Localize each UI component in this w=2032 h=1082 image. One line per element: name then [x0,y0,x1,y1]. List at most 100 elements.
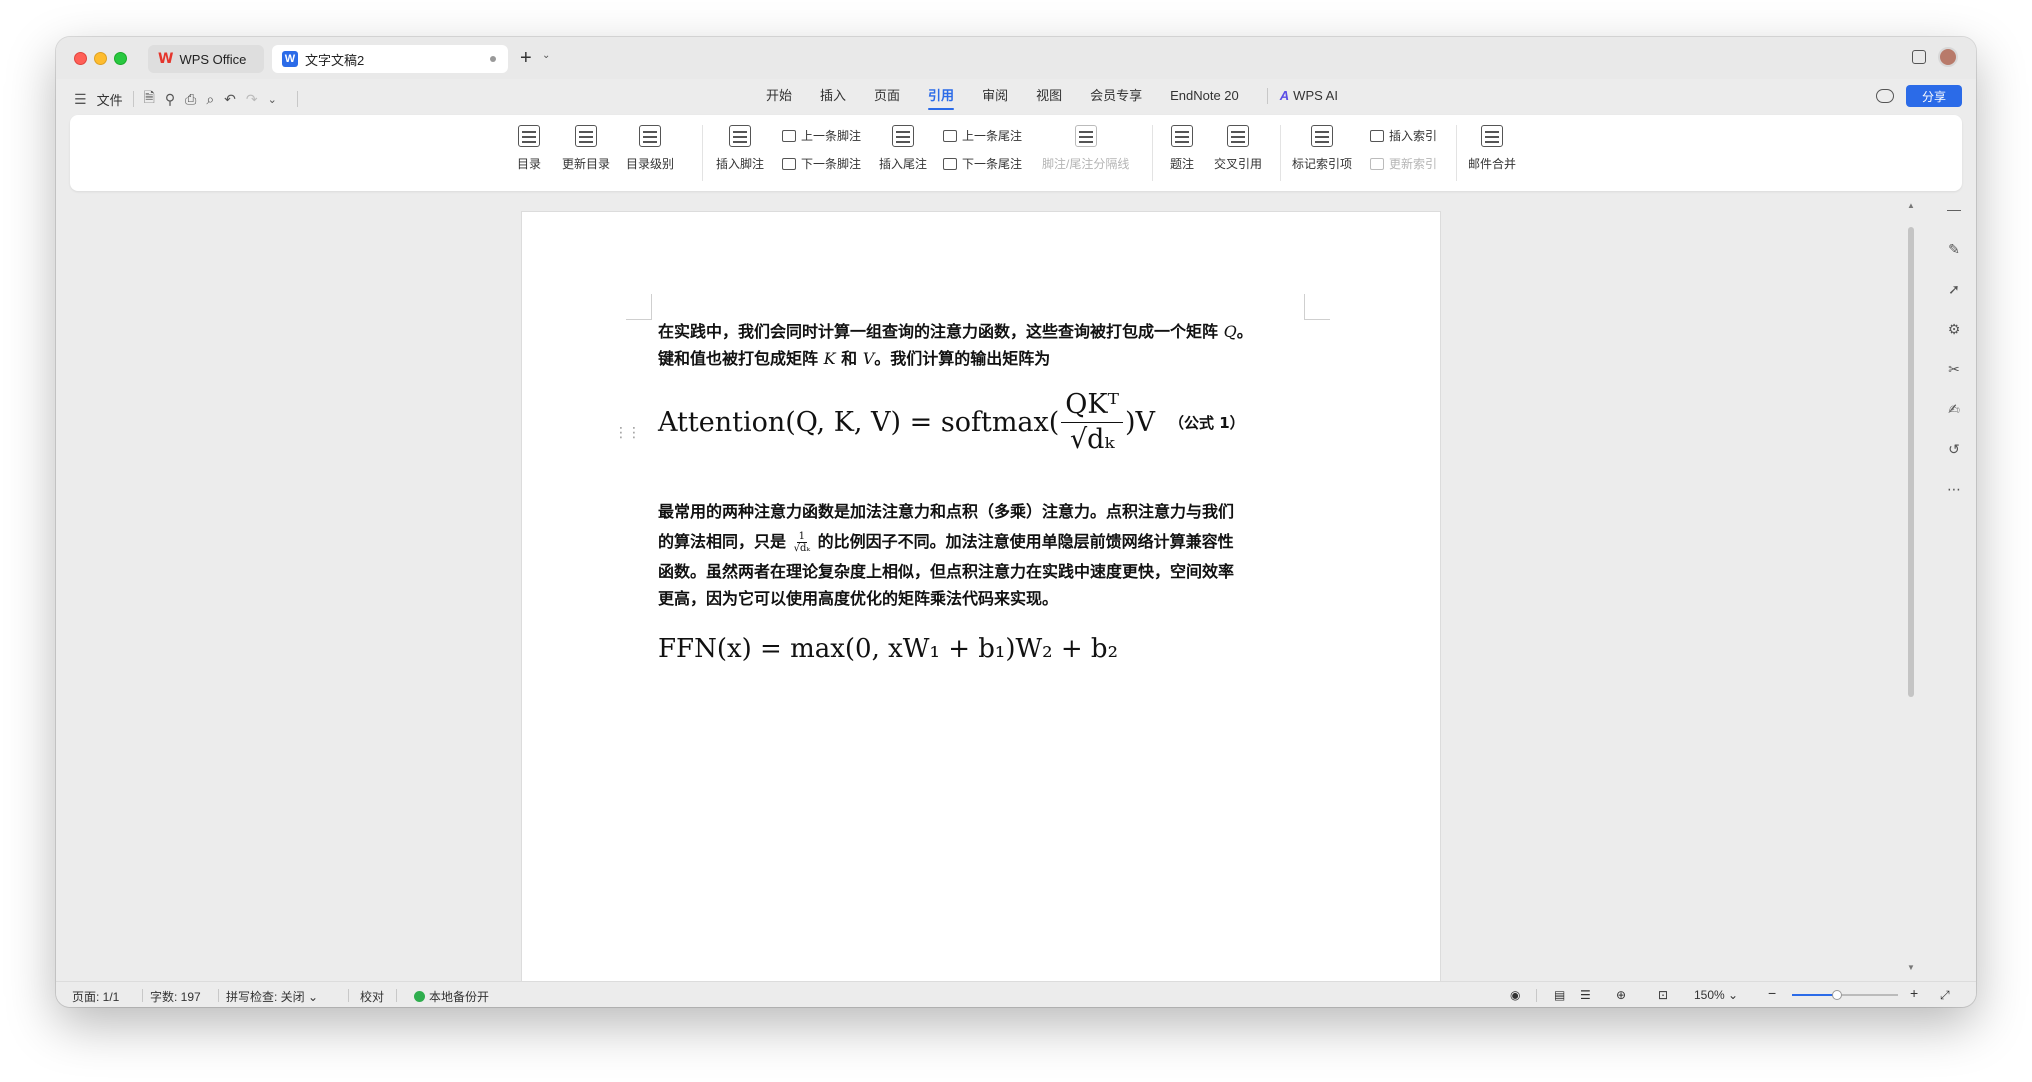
tab-member[interactable]: 会员专享 [1090,79,1142,113]
separator-button[interactable]: 脚注/尾注分隔线 [1042,125,1129,172]
insert-endnote-button[interactable]: 插入尾注 [879,125,927,172]
update-toc-button[interactable]: 更新目录 [562,125,610,172]
new-tab-button[interactable]: + [520,47,532,69]
tab-references[interactable]: 引用 [928,79,955,113]
tab-wps-ai[interactable]: A WPS AI [1280,79,1338,113]
proofread-button[interactable]: 校对 [360,988,384,1005]
tools-icon[interactable]: ✂ [1946,361,1962,377]
tab-view[interactable]: 视图 [1036,79,1062,113]
wps-ai-label: WPS AI [1293,88,1338,103]
print-preview-icon[interactable]: ⌕ [206,91,214,108]
word-count[interactable]: 字数: 197 [150,988,201,1005]
zoom-slider[interactable] [1792,990,1898,1000]
tab-endnote[interactable]: EndNote 20 [1170,79,1239,113]
scroll-up-icon[interactable]: ▲ [1907,201,1915,210]
zoom-out-button[interactable]: − [1768,985,1776,1001]
unsaved-dot-icon[interactable] [490,56,496,62]
more-icon[interactable]: ⋯ [1946,481,1962,497]
fraction-denominator: √dₖ [793,543,811,554]
mark-index-label: 标记索引项 [1292,157,1353,171]
toc-button[interactable]: 目录 [517,125,541,172]
vertical-scrollbar[interactable]: ▲ ▼ [1904,197,1918,977]
window-minimize-button[interactable] [94,52,107,65]
update-toc-label: 更新目录 [562,157,611,171]
window-zoom-button[interactable] [114,52,127,65]
text-run: 和 [841,349,858,368]
text-line: 最常用的两种注意力函数是加法注意力和点积（多乘）注意力。点积注意力与我们 [658,502,1235,521]
mail-merge-label: 邮件合并 [1468,157,1517,171]
prev-endnote-button[interactable]: 上一条尾注 [943,127,1022,144]
toc-level-button[interactable]: 目录级别 [626,125,674,172]
history-icon[interactable]: ↺ [1946,441,1962,457]
tab-label: 文字文稿2 [305,52,365,68]
prev-footnote-label: 上一条脚注 [801,129,862,143]
document-page[interactable]: 在实践中，我们会同时计算一组查询的注意力函数，这些查询被打包成一个矩阵 Q。 键… [522,212,1440,992]
next-footnote-icon [782,157,796,170]
drag-handle-icon[interactable]: ⋮⋮ [614,424,641,441]
next-footnote-button[interactable]: 下一条脚注 [782,155,861,172]
cross-ref-button[interactable]: 交叉引用 [1214,125,1262,172]
redo-icon[interactable]: ↷ [246,91,258,108]
mail-icon [1481,125,1503,147]
insert-footnote-label: 插入脚注 [716,157,765,171]
fullscreen-icon[interactable]: ⤢ [1940,988,1950,1003]
eye-icon[interactable]: ◉ [1510,988,1520,1002]
equation-2[interactable]: FFN(x) = max(0, xW₁ + b₁)W₂ + b₂ [658,634,1118,664]
mark-index-button[interactable]: 标记索引项 [1292,125,1352,172]
tab-document[interactable]: W 文字文稿2 [272,45,508,73]
window-layout-icon[interactable] [1912,50,1926,64]
scroll-thumb[interactable] [1908,227,1914,697]
web-view-icon[interactable]: ⊕ [1616,988,1626,1002]
insert-index-label: 插入索引 [1389,129,1438,143]
zoom-slider-knob[interactable] [1831,990,1842,1000]
signature-icon[interactable]: ✍ [1946,401,1962,417]
margin-corner [626,294,652,320]
wps-logo-icon: W [158,51,174,67]
ribbon-references: 目录 更新目录 目录级别 插入脚注 上一条脚注 下一条脚注 插入尾注 上一条尾注… [70,115,1962,191]
print-icon[interactable]: ⎙ [185,91,196,108]
insert-index-button[interactable]: 插入索引 [1370,127,1437,144]
update-index-button[interactable]: 更新索引 [1370,155,1437,172]
page-view-icon[interactable]: ▤ [1554,988,1565,1002]
next-endnote-button[interactable]: 下一条尾注 [943,155,1022,172]
chevron-down-icon[interactable]: ⌄ [268,93,277,106]
zoom-level-select[interactable]: 150% ⌄ [1694,988,1738,1002]
collapse-icon[interactable]: — [1946,201,1962,217]
fraction-numerator: 1 [796,531,807,543]
tab-review[interactable]: 审阅 [982,79,1008,113]
page-indicator[interactable]: 页面: 1/1 [72,988,119,1005]
equation-1[interactable]: Attention(Q, K, V) = softmax( QKᵀ √dₖ )V… [658,388,1245,457]
file-menu[interactable]: 文件 [97,90,123,109]
fit-page-icon[interactable]: ⊡ [1658,988,1668,1002]
settings-sliders-icon[interactable]: ⚙ [1946,321,1962,337]
pen-icon[interactable]: ✎ [1946,241,1962,257]
tab-insert[interactable]: 插入 [820,79,846,113]
paragraph-1[interactable]: 在实践中，我们会同时计算一组查询的注意力函数，这些查询被打包成一个矩阵 Q。 键… [658,318,1308,372]
spell-check-toggle[interactable]: 拼写检查: 关闭 ⌄ [226,988,318,1005]
window-close-button[interactable] [74,52,87,65]
mail-merge-button[interactable]: 邮件合并 [1468,125,1516,172]
zoom-label: 150% [1694,988,1725,1002]
save-icon[interactable]: 🗎 [144,87,155,111]
select-icon[interactable]: ➚ [1946,281,1962,297]
scroll-down-icon[interactable]: ▼ [1907,963,1915,972]
backup-status[interactable]: 本地备份开 [414,988,489,1005]
paint-icon[interactable]: ⚲ [165,91,175,108]
tab-start[interactable]: 开始 [766,79,792,113]
outline-view-icon[interactable]: ☰ [1580,988,1591,1002]
cloud-sync-icon[interactable] [1876,89,1894,103]
text-run: 键和值也被打包成矩阵 [658,349,819,368]
tab-page[interactable]: 页面 [874,79,900,113]
image-caption-icon [1171,125,1193,147]
chevron-down-icon[interactable]: ⌄ [542,50,550,61]
undo-icon[interactable]: ↶ [224,91,236,108]
insert-footnote-button[interactable]: 插入脚注 [716,125,764,172]
paragraph-2[interactable]: 最常用的两种注意力函数是加法注意力和点积（多乘）注意力。点积注意力与我们 的算法… [658,497,1308,611]
share-button[interactable]: 分享 [1906,85,1962,107]
tab-wps-office[interactable]: W WPS Office [148,45,264,73]
menu-icon[interactable]: ☰ [74,91,87,108]
avatar[interactable] [1938,47,1958,67]
prev-footnote-button[interactable]: 上一条脚注 [782,127,861,144]
zoom-in-button[interactable]: + [1910,985,1918,1001]
caption-button[interactable]: 题注 [1170,125,1194,172]
